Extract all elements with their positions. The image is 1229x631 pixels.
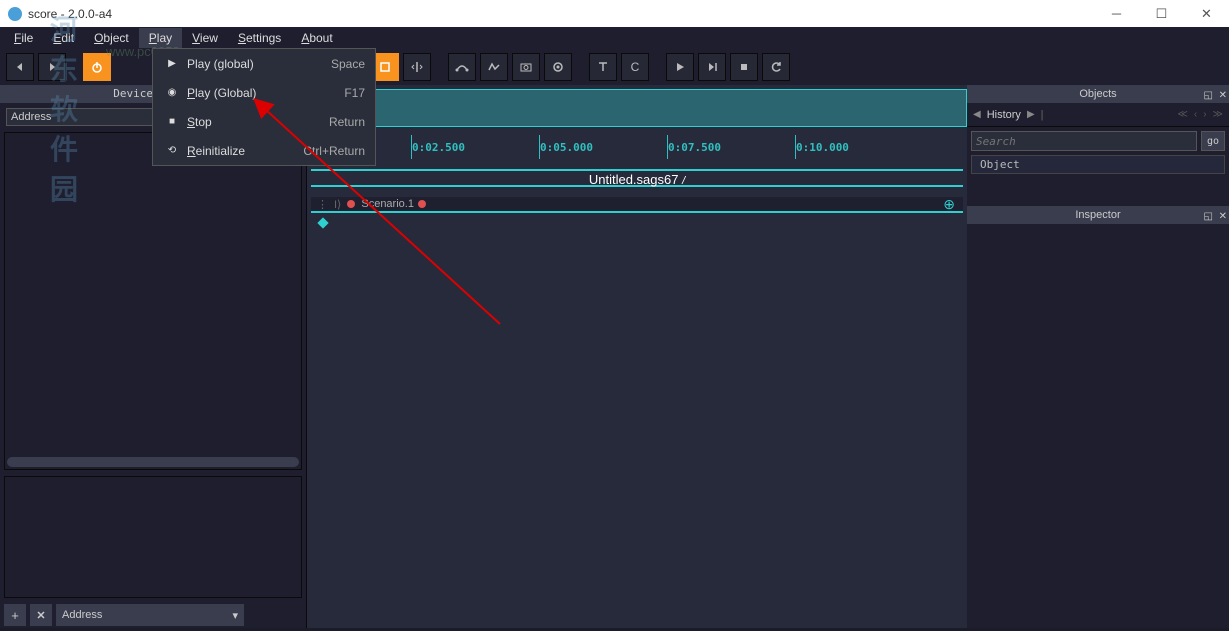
redo-button[interactable] [38, 53, 66, 81]
timeline-main-interval[interactable] [355, 89, 967, 127]
protocol-select[interactable]: Address▾ [56, 604, 244, 626]
object-column-header: Object [971, 155, 1225, 174]
menu-edit[interactable]: Edit [43, 28, 84, 48]
trigger-dot-icon [347, 200, 355, 208]
inspector-body [967, 224, 1229, 628]
shortcut-label: F17 [344, 86, 365, 100]
history-back-icon[interactable]: ◀ [973, 109, 981, 120]
search-row: go [967, 127, 1229, 155]
automation-icon[interactable] [480, 53, 508, 81]
window-titlebar: score - 2.0.0-a4 ─ ☐ ✕ [0, 0, 1229, 27]
nav-first-icon[interactable]: ≪ [1177, 109, 1187, 120]
play-circle-icon: ◉ [163, 87, 181, 98]
play-icon: ▶ [163, 58, 181, 69]
timeline-panel: 0:02.500 0:05.000 0:07.500 0:10.000 Unti… [307, 85, 967, 628]
search-input[interactable] [971, 131, 1197, 151]
minimize-button[interactable]: ─ [1094, 0, 1139, 27]
device-explorer-panel: Device Expl… + Address▾ [0, 85, 307, 628]
play-button[interactable] [666, 53, 694, 81]
main-layout: Device Expl… + Address▾ 0:02.500 0:05.00… [0, 85, 1229, 628]
history-label: History [987, 109, 1021, 121]
ruler-tick: 0:10.000 [796, 141, 849, 154]
device-footer: + Address▾ [0, 602, 306, 628]
ruler-tick: 0:05.000 [540, 141, 593, 154]
remove-device-button[interactable] [30, 604, 52, 626]
app-icon [8, 7, 22, 21]
shortcut-label: Return [329, 115, 365, 129]
play-marker-button[interactable] [698, 53, 726, 81]
snapshot-icon[interactable] [512, 53, 540, 81]
nav-prev-icon[interactable]: ‹ [1194, 109, 1197, 120]
play-menu-dropdown: ▶ Play (global) Space ◉ Play (Global) F1… [152, 48, 376, 166]
history-row: ◀ History ▶ | ≪ ‹ › ≫ [967, 103, 1229, 127]
ruler-tick: 0:07.500 [668, 141, 721, 154]
inspector-panel-header: Inspector ◱ ✕ [967, 206, 1229, 224]
history-fwd-icon[interactable]: ▶ [1027, 109, 1035, 120]
reinit-button[interactable] [762, 53, 790, 81]
maximize-button[interactable]: ☐ [1139, 0, 1184, 27]
close-button[interactable]: ✕ [1184, 0, 1229, 27]
window-controls: ─ ☐ ✕ [1094, 0, 1229, 27]
objects-list[interactable] [967, 174, 1229, 206]
playhead-marker[interactable] [317, 217, 328, 228]
menubar: File Edit Object Play View Settings Abou… [0, 27, 1229, 49]
hscrollbar[interactable] [7, 457, 299, 467]
menu-play-global-alt[interactable]: ◉ Play (Global) F17 [153, 78, 375, 107]
power-button[interactable] [83, 53, 111, 81]
curve-icon[interactable] [448, 53, 476, 81]
shortcut-label: Ctrl+Return [303, 144, 365, 158]
stop-icon: ■ [163, 116, 181, 127]
close-panel-icon[interactable]: ✕ [1219, 208, 1227, 226]
undock-icon[interactable]: ◱ [1204, 87, 1213, 105]
scenario-track[interactable]: ⋮ I⟩ Scenario.1 ⊕ [311, 197, 963, 213]
close-panel-icon[interactable]: ✕ [1219, 87, 1227, 105]
menu-view[interactable]: View [182, 28, 228, 48]
stop-button[interactable] [730, 53, 758, 81]
undock-icon[interactable]: ◱ [1204, 208, 1213, 226]
trigger-dot-icon [418, 200, 426, 208]
menu-about[interactable]: About [291, 28, 342, 48]
menu-settings[interactable]: Settings [228, 28, 291, 48]
shortcut-label: Space [331, 57, 365, 71]
ruler-tick: 0:02.500 [412, 141, 465, 154]
menu-reinitialize[interactable]: ⟲ Reinitialize Ctrl+Return [153, 136, 375, 165]
device-details [4, 476, 302, 598]
nav-next-icon[interactable]: › [1203, 109, 1206, 120]
menu-stop[interactable]: ■ Stop Return [153, 107, 375, 136]
scenario-title: Untitled.sags67 / [589, 172, 685, 187]
add-process-icon[interactable]: ⊕ [943, 196, 955, 213]
track-label: Scenario.1 [361, 198, 414, 210]
trigger-icon[interactable] [589, 53, 617, 81]
window-title: score - 2.0.0-a4 [28, 7, 1094, 21]
reload-icon: ⟲ [163, 145, 181, 156]
device-tree[interactable] [4, 132, 302, 470]
undo-button[interactable] [6, 53, 34, 81]
search-go-button[interactable]: go [1201, 131, 1225, 151]
scenario-header[interactable]: Untitled.sags67 / [311, 169, 963, 187]
record-icon[interactable] [544, 53, 572, 81]
condition-icon[interactable]: C [621, 53, 649, 81]
menu-play-global[interactable]: ▶ Play (global) Space [153, 49, 375, 78]
objects-panel-header: Objects ◱ ✕ [967, 85, 1229, 103]
timeline-ruler[interactable]: 0:02.500 0:05.000 0:07.500 0:10.000 [307, 135, 967, 159]
svg-text:C: C [631, 60, 640, 74]
menu-play[interactable]: Play [139, 28, 182, 48]
add-device-button[interactable]: + [4, 604, 26, 626]
nav-last-icon[interactable]: ≫ [1213, 109, 1223, 120]
right-panel: Objects ◱ ✕ ◀ History ▶ | ≪ ‹ › ≫ go Obj… [967, 85, 1229, 628]
menu-file[interactable]: File [4, 28, 43, 48]
split-tool-button[interactable] [403, 53, 431, 81]
menu-object[interactable]: Object [84, 28, 139, 48]
